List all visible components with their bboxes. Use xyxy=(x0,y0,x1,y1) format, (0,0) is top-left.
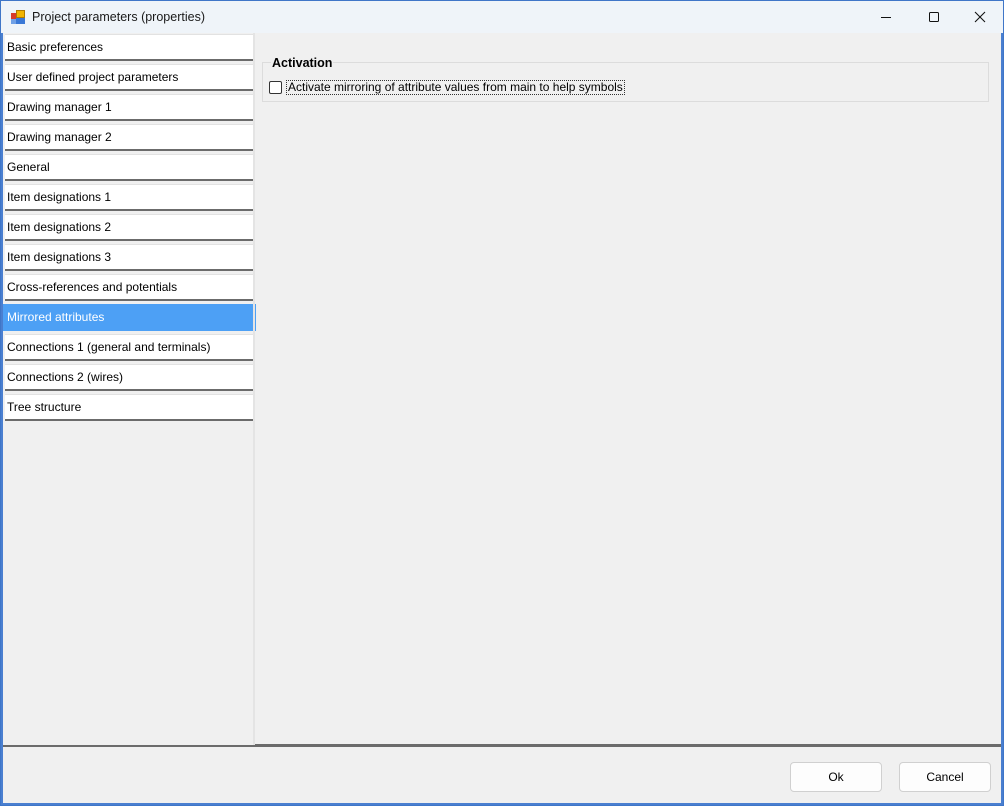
dialog-footer: Ok Cancel xyxy=(3,747,1001,803)
minimize-button[interactable] xyxy=(863,1,909,33)
sidebar-item[interactable]: Mirrored attributes xyxy=(3,304,256,331)
title-bar[interactable]: Project parameters (properties) xyxy=(1,1,1003,33)
category-list: Basic preferences User defined project pa… xyxy=(3,33,256,746)
window-title: Project parameters (properties) xyxy=(32,10,205,24)
dialog-window: Project parameters (properties) Basic pr… xyxy=(0,0,1004,806)
sidebar-item[interactable]: Drawing manager 2 xyxy=(5,124,254,151)
minimize-icon xyxy=(881,17,891,18)
settings-panel: Activation Activate mirroring of attribu… xyxy=(256,33,1002,744)
sidebar-item[interactable]: Connections 2 (wires) xyxy=(5,364,254,391)
window-border xyxy=(1001,33,1003,805)
close-button[interactable] xyxy=(957,1,1003,33)
sidebar-item[interactable]: Tree structure xyxy=(5,394,254,421)
sidebar-item[interactable]: User defined project parameters xyxy=(5,64,254,91)
app-icon xyxy=(11,10,25,24)
window-border xyxy=(1,33,3,805)
maximize-button[interactable] xyxy=(911,1,957,33)
mirroring-checkbox[interactable] xyxy=(269,81,282,94)
sidebar-divider xyxy=(253,33,255,746)
sidebar-item[interactable]: Item designations 2 xyxy=(5,214,254,241)
sidebar-item[interactable]: Item designations 3 xyxy=(5,244,254,271)
mirroring-checkbox-row[interactable]: Activate mirroring of attribute values f… xyxy=(269,80,625,95)
cancel-button[interactable]: Cancel xyxy=(899,762,991,792)
sidebar-item[interactable]: Drawing manager 1 xyxy=(5,94,254,121)
sidebar-item[interactable]: Cross-references and potentials xyxy=(5,274,254,301)
sidebar-item[interactable]: Item designations 1 xyxy=(5,184,254,211)
maximize-icon xyxy=(929,12,939,22)
ok-button[interactable]: Ok xyxy=(790,762,882,792)
window-border xyxy=(1,803,1003,805)
mirroring-checkbox-label[interactable]: Activate mirroring of attribute values f… xyxy=(286,80,625,95)
sidebar-item[interactable]: Connections 1 (general and terminals) xyxy=(5,334,254,361)
sidebar-item[interactable]: Basic preferences xyxy=(5,34,254,61)
close-icon xyxy=(974,11,986,23)
group-title: Activation xyxy=(271,56,334,70)
sidebar-item[interactable]: General xyxy=(5,154,254,181)
